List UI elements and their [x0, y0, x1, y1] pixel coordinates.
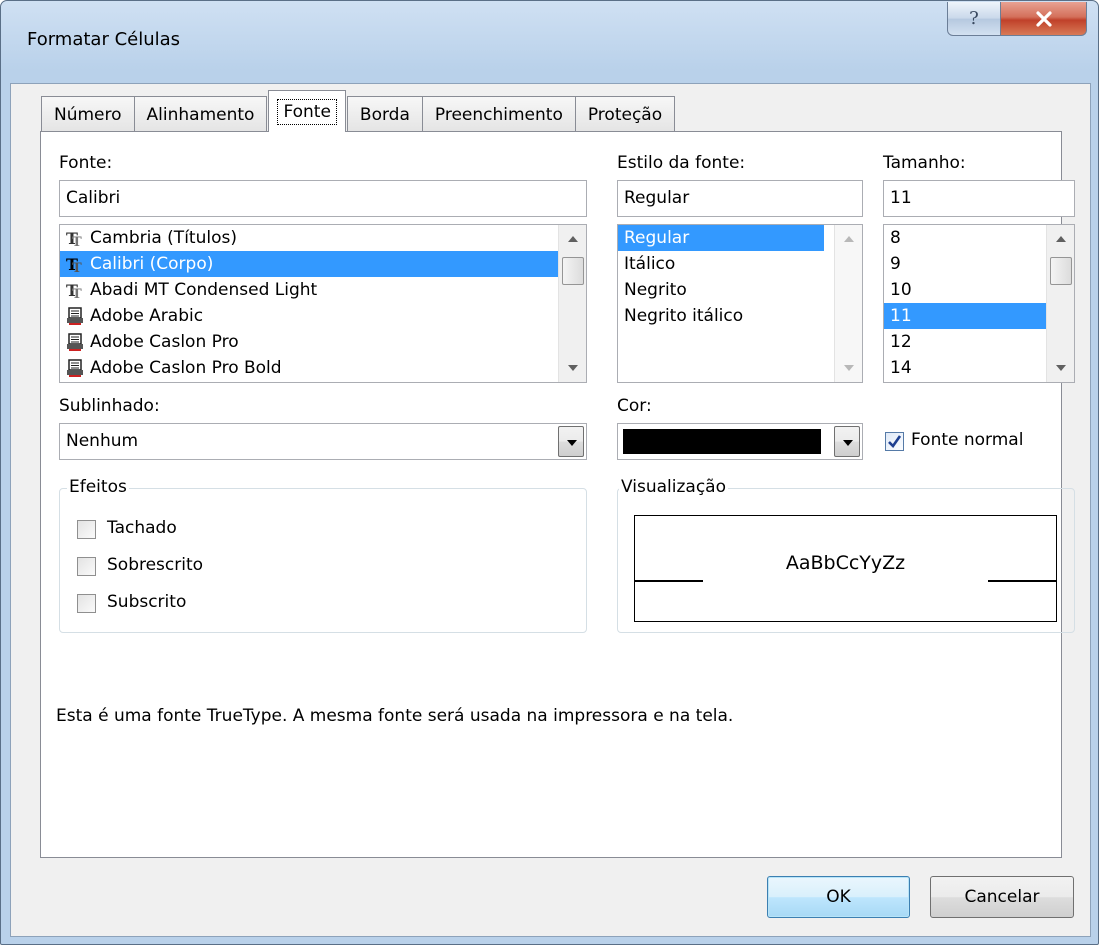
- list-item[interactable]: TT Calibri (Corpo): [60, 251, 586, 277]
- printer-font-icon: [66, 359, 84, 377]
- font-style-input[interactable]: Regular: [617, 180, 863, 217]
- chevron-down-icon: [567, 440, 577, 446]
- svg-text:T: T: [72, 235, 82, 247]
- help-button[interactable]: ?: [947, 2, 1001, 36]
- preview-box: AaBbCcYyZz: [634, 515, 1057, 622]
- color-swatch: [623, 429, 821, 454]
- list-item[interactable]: Negrito itálico: [618, 303, 862, 329]
- svg-text:T: T: [72, 287, 82, 299]
- dropdown-button[interactable]: [558, 426, 584, 457]
- font-size-scrollbar[interactable]: [1046, 225, 1074, 382]
- cancel-button[interactable]: Cancelar: [930, 876, 1074, 918]
- list-item-label: Calibri (Corpo): [90, 254, 214, 274]
- superscript-checkbox[interactable]: [77, 557, 96, 576]
- scroll-down-icon[interactable]: [1056, 365, 1066, 371]
- list-item-label: Abadi MT Condensed Light: [90, 280, 318, 300]
- ok-button[interactable]: OK: [767, 876, 910, 918]
- scroll-up-icon[interactable]: [844, 236, 854, 242]
- scroll-down-icon[interactable]: [844, 365, 854, 371]
- tab-label: Borda: [359, 104, 410, 125]
- title-bar[interactable]: Formatar Células ?: [1, 1, 1098, 83]
- normal-font-checkbox[interactable]: [885, 432, 904, 451]
- preview-sample: AaBbCcYyZz: [785, 552, 906, 574]
- font-tab-panel: Fonte: Calibri TT Cambria (Títulos) TT C…: [40, 131, 1075, 858]
- dialog-client-area: Número Alinhamento Fonte Borda Preenchim…: [10, 83, 1091, 937]
- printer-font-icon: [66, 307, 84, 325]
- truetype-font-icon: TT: [66, 281, 84, 299]
- list-item[interactable]: Itálico: [618, 251, 862, 277]
- tab-label: Número: [54, 104, 122, 125]
- list-item-label: Adobe Caslon Pro Bold: [90, 358, 282, 378]
- underline-select[interactable]: Nenhum: [59, 423, 587, 460]
- tab-borda[interactable]: Borda: [346, 96, 423, 132]
- scroll-thumb[interactable]: [562, 257, 584, 285]
- list-item[interactable]: TT Abadi MT Condensed Light: [60, 277, 586, 303]
- scroll-up-icon[interactable]: [1056, 236, 1066, 242]
- list-item[interactable]: 11: [884, 303, 1046, 329]
- font-style-label: Estilo da fonte:: [617, 153, 746, 173]
- baseline-right: [988, 580, 1056, 582]
- list-item[interactable]: Adobe Arabic: [60, 303, 586, 329]
- list-item-label: Adobe Caslon Pro: [90, 332, 239, 352]
- printer-font-icon: [66, 333, 84, 351]
- scroll-down-icon[interactable]: [568, 365, 578, 371]
- dialog-window: Formatar Células ? Número Alinhamento Fo…: [0, 0, 1099, 945]
- list-item[interactable]: Negrito: [618, 277, 862, 303]
- font-size-input[interactable]: 11: [883, 180, 1075, 217]
- list-item[interactable]: Regular: [618, 225, 824, 251]
- list-item-label: Cambria (Títulos): [90, 228, 237, 248]
- list-item[interactable]: Adobe Caslon Pro: [60, 329, 586, 355]
- underline-select-value: Nenhum: [66, 431, 139, 451]
- tab-label: Proteção: [587, 104, 663, 125]
- font-size-label: Tamanho:: [883, 153, 966, 173]
- scroll-up-icon[interactable]: [568, 236, 578, 242]
- tab-label: Fonte: [277, 98, 337, 125]
- truetype-font-icon: TT: [66, 255, 84, 273]
- svg-text:T: T: [72, 261, 82, 273]
- color-label: Cor:: [617, 396, 652, 416]
- baseline-left: [635, 580, 703, 582]
- font-style-scrollbar[interactable]: [834, 225, 862, 382]
- preview-group-title: Visualização: [619, 477, 728, 497]
- truetype-font-icon: TT: [66, 229, 84, 247]
- underline-label: Sublinhado:: [59, 396, 160, 416]
- tab-strip: Número Alinhamento Fonte Borda Preenchim…: [41, 90, 676, 132]
- tab-label: Preenchimento: [434, 104, 563, 125]
- font-list[interactable]: TT Cambria (Títulos) TT Calibri (Corpo) …: [59, 224, 587, 383]
- tab-label: Alinhamento: [146, 104, 255, 125]
- checkmark-icon: [888, 435, 902, 449]
- scroll-thumb[interactable]: [1050, 257, 1072, 285]
- chevron-down-icon: [843, 440, 853, 446]
- subscript-checkbox[interactable]: [77, 594, 96, 613]
- list-item-label: Adobe Arabic: [90, 306, 204, 326]
- dropdown-button[interactable]: [834, 426, 860, 457]
- color-select[interactable]: [617, 423, 863, 460]
- subscript-label: Subscrito: [107, 592, 187, 612]
- close-button[interactable]: [1000, 2, 1087, 36]
- font-label: Fonte:: [59, 153, 113, 173]
- tab-numero[interactable]: Número: [41, 96, 135, 132]
- tab-fonte[interactable]: Fonte: [268, 90, 346, 132]
- list-item[interactable]: Adobe Caslon Pro Bold: [60, 355, 586, 381]
- window-title: Formatar Células: [27, 29, 181, 50]
- superscript-label: Sobrescrito: [107, 555, 204, 575]
- tab-protecao[interactable]: Proteção: [574, 96, 676, 132]
- strikethrough-label: Tachado: [107, 518, 177, 538]
- font-list-scrollbar[interactable]: [558, 225, 586, 382]
- tab-preenchimento[interactable]: Preenchimento: [421, 96, 576, 132]
- tab-alinhamento[interactable]: Alinhamento: [133, 96, 268, 132]
- font-info-text: Esta é uma fonte TrueType. A mesma fonte…: [56, 706, 734, 726]
- close-icon: [1035, 10, 1052, 27]
- list-item[interactable]: TT Cambria (Títulos): [60, 225, 586, 251]
- font-size-list[interactable]: 8 9 10 11 12 14: [883, 224, 1075, 383]
- effects-group-title: Efeitos: [67, 477, 129, 497]
- normal-font-label: Fonte normal: [911, 430, 1024, 450]
- help-icon: ?: [969, 8, 979, 29]
- strikethrough-checkbox[interactable]: [77, 520, 96, 539]
- font-name-input[interactable]: Calibri: [59, 180, 587, 217]
- font-style-list[interactable]: Regular Itálico Negrito Negrito itálico: [617, 224, 863, 383]
